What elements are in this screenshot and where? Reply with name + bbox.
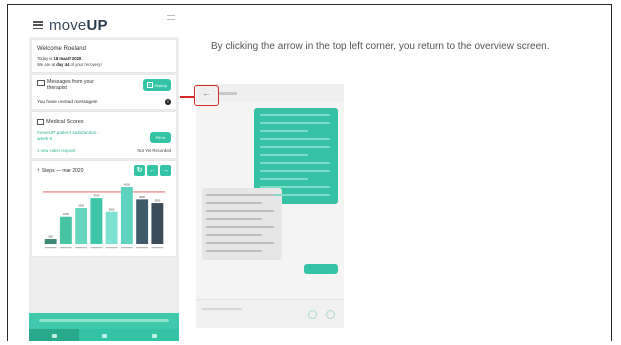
video-status: Not Yet Recorded: [137, 148, 171, 153]
message-text-line: [260, 186, 330, 188]
x-tick-label: [44, 247, 57, 249]
app-header: moveUP: [29, 13, 179, 37]
x-tick-label: [120, 247, 133, 249]
bar-value-label: 3600: [139, 195, 145, 199]
message-text-line: [260, 162, 330, 164]
bar-value-label: 2900: [78, 204, 84, 208]
nav-item-profile[interactable]: [129, 329, 179, 341]
bar-value-label: 2600: [109, 207, 115, 211]
welcome-title: Welcome Roeland: [37, 46, 86, 52]
reply-bubble: [304, 264, 338, 274]
message-text-line: [206, 242, 274, 244]
x-tick-label: [136, 247, 149, 249]
message-text-line: [206, 226, 274, 228]
recovery-day-line: We are at day 44 of your recovery!: [37, 62, 102, 67]
nav-item-activity[interactable]: [79, 329, 129, 341]
activity-icon: [101, 334, 107, 338]
message-text-line: [206, 202, 262, 204]
history-plus-icon: +: [146, 82, 153, 88]
steps-bar: [75, 208, 88, 244]
send-icon[interactable]: [326, 310, 335, 319]
message-text-line: [260, 146, 330, 148]
info-icon: !: [165, 99, 171, 105]
header-mark-icon: [167, 15, 175, 20]
welcome-card: Welcome Roeland Today is 18 maart 2020. …: [32, 40, 176, 72]
x-tick-label: [90, 247, 103, 249]
history-button[interactable]: + History: [142, 79, 171, 91]
nav-item-home[interactable]: [29, 329, 79, 341]
chat-screenshot: ←: [196, 84, 344, 328]
highlight-connector-line: [180, 96, 194, 98]
medical-scores-title: Medical Scores: [37, 119, 171, 125]
chat-title-bar: [219, 91, 237, 95]
message-text-line: [260, 170, 330, 172]
hamburger-menu-icon[interactable]: [33, 21, 43, 29]
unread-row[interactable]: You have unread messages! !: [37, 99, 171, 105]
bottom-action-band[interactable]: [29, 313, 179, 329]
attach-icon[interactable]: [308, 310, 317, 319]
steps-chart: 400 2200 2900 3700 2600 4600 3600 3300: [37, 180, 171, 252]
steps-title: † Steps — mar 2020: [37, 167, 84, 174]
footsteps-icon: †: [37, 167, 40, 174]
steps-card: † Steps — mar 2020 ↻ ← → 400 2200 2900 3700…: [32, 161, 176, 256]
message-text-line: [206, 234, 262, 236]
message-text-line: [206, 250, 262, 252]
folder-icon: [37, 119, 44, 125]
back-arrow-highlight: [194, 85, 219, 106]
bar-value-label: 3700: [93, 194, 99, 198]
message-text-line: [260, 130, 308, 132]
x-tick-label: [75, 247, 88, 249]
unread-text: You have unread messages!: [37, 99, 98, 105]
steps-bar: [105, 211, 118, 244]
message-text-line: [206, 194, 274, 196]
video-request-link[interactable]: 1 new video request: [37, 148, 75, 154]
bottom-navigation: [29, 329, 179, 341]
phone-screenshot: moveUP Welcome Roeland Today is 18 maart…: [29, 13, 179, 341]
slide: moveUP Welcome Roeland Today is 18 maart…: [7, 4, 612, 341]
messages-title: Messages from your therapist: [37, 79, 105, 91]
satisfaction-survey-link[interactable]: moveUP patient satisfaction - week 6: [37, 131, 107, 143]
x-tick-label: [59, 247, 72, 249]
app-logo: moveUP: [49, 16, 108, 34]
steps-chart-svg: 400 2200 2900 3700 2600 4600 3600 3300: [43, 182, 165, 249]
steps-bar: [90, 198, 103, 244]
next-week-button[interactable]: →: [160, 165, 171, 176]
message-text-line: [260, 138, 330, 140]
bar-value-label: 2200: [63, 212, 69, 216]
medical-scores-card: Medical Scores moveUP patient satisfacti…: [32, 112, 176, 158]
message-text-line: [260, 114, 330, 116]
profile-icon: [151, 334, 157, 338]
chat-input-area[interactable]: [196, 299, 344, 328]
message-text-line: [206, 210, 274, 212]
refresh-button[interactable]: ↻: [134, 165, 145, 176]
bar-value-label: 400: [48, 235, 53, 239]
steps-bar: [59, 216, 72, 244]
bar-value-label: 4600: [124, 182, 130, 186]
prev-week-button[interactable]: ←: [147, 165, 158, 176]
steps-bar: [44, 239, 57, 244]
message-text-line: [260, 122, 330, 124]
steps-bar: [136, 199, 149, 244]
home-icon: [51, 334, 57, 338]
fill-in-button[interactable]: Fill in: [149, 131, 171, 143]
steps-bar: [151, 203, 164, 244]
message-text-line: [206, 218, 262, 220]
message-icon: [37, 80, 45, 86]
instruction-caption: By clicking the arrow in the top left co…: [211, 41, 550, 52]
bar-value-label: 3300: [154, 199, 160, 203]
messages-card: Messages from your therapist + History Y…: [32, 75, 176, 109]
message-text-line: [260, 154, 308, 156]
steps-bar: [120, 186, 133, 244]
message-text-line: [260, 178, 308, 180]
x-tick-label: [151, 247, 164, 249]
x-tick-label: [105, 247, 118, 249]
